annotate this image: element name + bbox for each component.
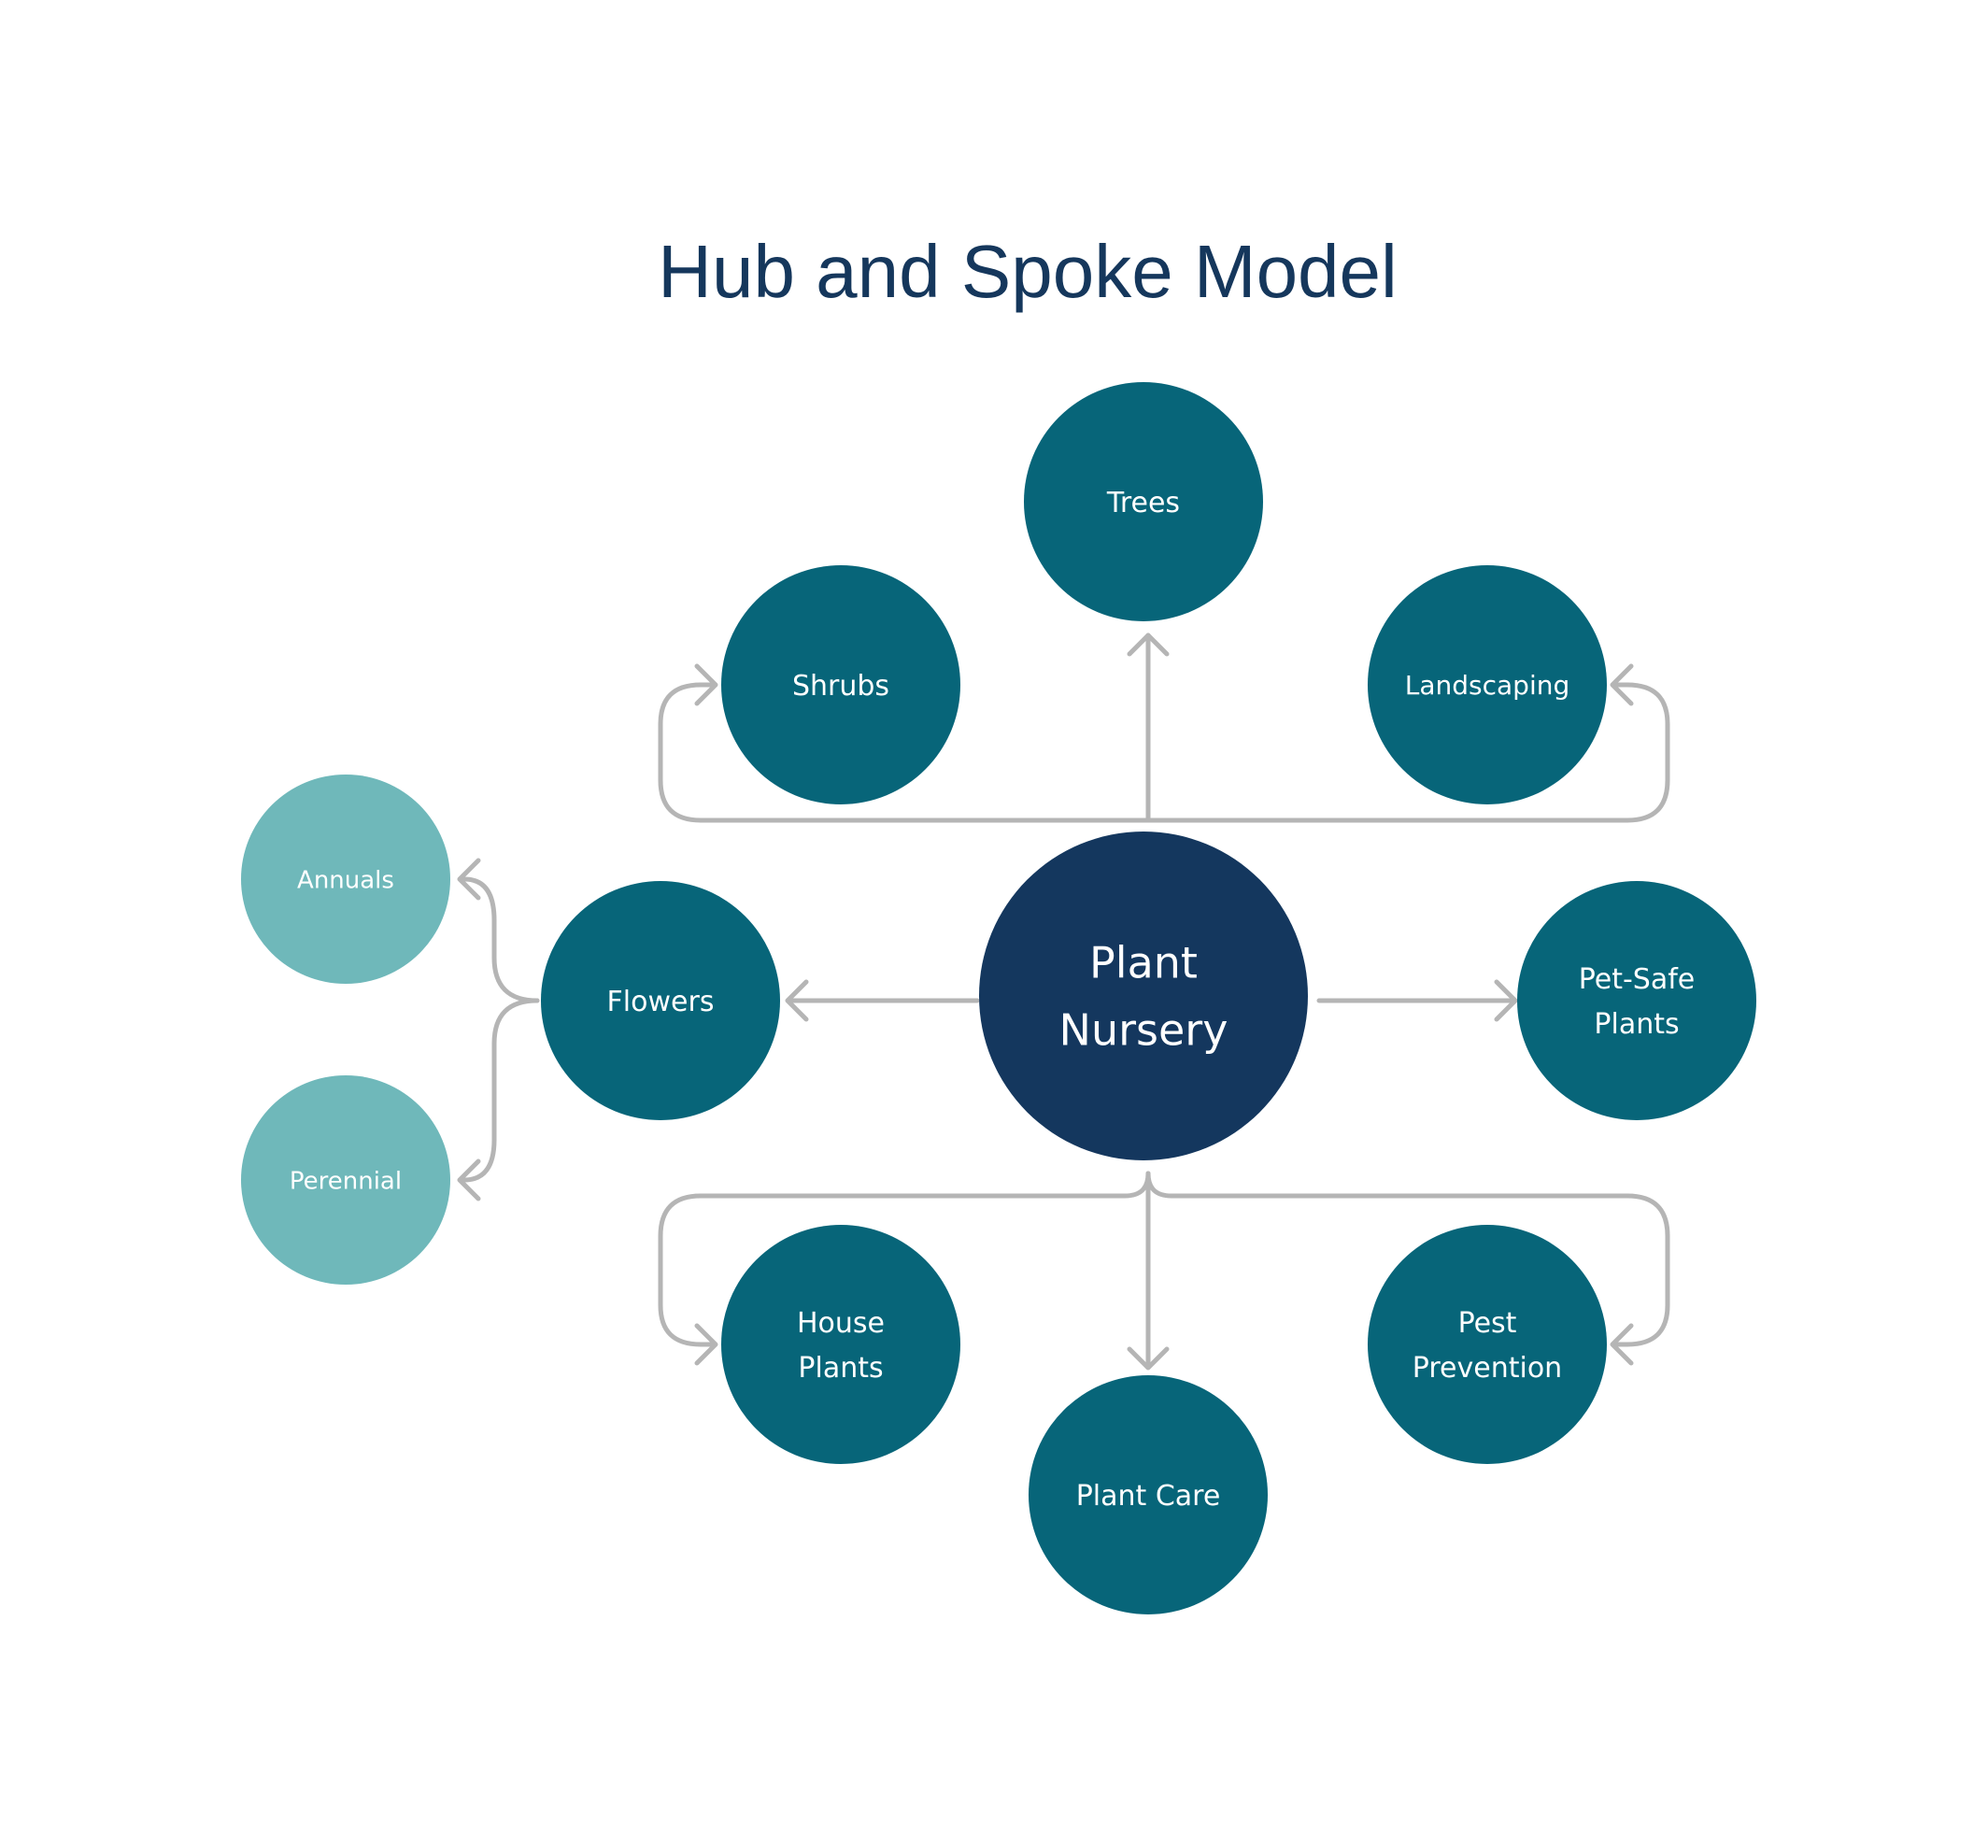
house-plants-circle[interactable] — [721, 1225, 960, 1464]
pest-prevention-label: Pest — [1458, 1307, 1517, 1340]
node-annuals[interactable]: Annuals — [241, 775, 450, 984]
node-shrubs[interactable]: Shrubs — [721, 565, 960, 804]
pet-safe-plants-label: Plants — [1594, 1008, 1679, 1041]
landscaping-label: Landscaping — [1405, 670, 1570, 701]
plant-care-label: Plant Care — [1076, 1480, 1221, 1513]
node-pet-safe-plants[interactable]: Pet-Safe Plants — [1517, 881, 1756, 1120]
pest-prevention-label: Prevention — [1413, 1352, 1562, 1385]
house-plants-label: Plants — [798, 1352, 883, 1385]
flowers-label: Flowers — [607, 986, 715, 1018]
node-house-plants[interactable]: House Plants — [721, 1225, 960, 1464]
pet-safe-plants-label: Pet-Safe — [1579, 963, 1696, 996]
plant-nursery-circle[interactable] — [979, 832, 1308, 1160]
plant-nursery-label: Nursery — [1059, 1005, 1228, 1056]
pet-safe-plants-circle[interactable] — [1517, 881, 1756, 1120]
node-landscaping[interactable]: Landscaping — [1368, 565, 1607, 804]
edge-flowers-perennial — [462, 998, 540, 1183]
annuals-label: Annuals — [297, 866, 394, 894]
hub-spoke-diagram: Hub and Spoke Model Plant Nursery Trees Shr… — [241, 230, 1756, 1614]
node-plant-nursery[interactable]: Plant Nursery — [979, 832, 1308, 1160]
node-pest-prevention[interactable]: Pest Prevention — [1368, 1225, 1607, 1464]
pest-prevention-circle[interactable] — [1368, 1225, 1607, 1464]
shrubs-label: Shrubs — [792, 670, 889, 703]
node-perennial[interactable]: Perennial — [241, 1075, 450, 1285]
plant-nursery-label: Plant — [1089, 938, 1198, 988]
node-flowers[interactable]: Flowers — [541, 881, 780, 1120]
node-plant-care[interactable]: Plant Care — [1029, 1375, 1268, 1614]
diagram-title: Hub and Spoke Model — [658, 230, 1398, 313]
house-plants-label: House — [797, 1307, 885, 1340]
trees-label: Trees — [1106, 487, 1180, 519]
perennial-label: Perennial — [290, 1167, 402, 1195]
nodes: Plant Nursery Trees Shrubs Landscaping Flower… — [241, 382, 1756, 1614]
node-trees[interactable]: Trees — [1024, 382, 1263, 621]
